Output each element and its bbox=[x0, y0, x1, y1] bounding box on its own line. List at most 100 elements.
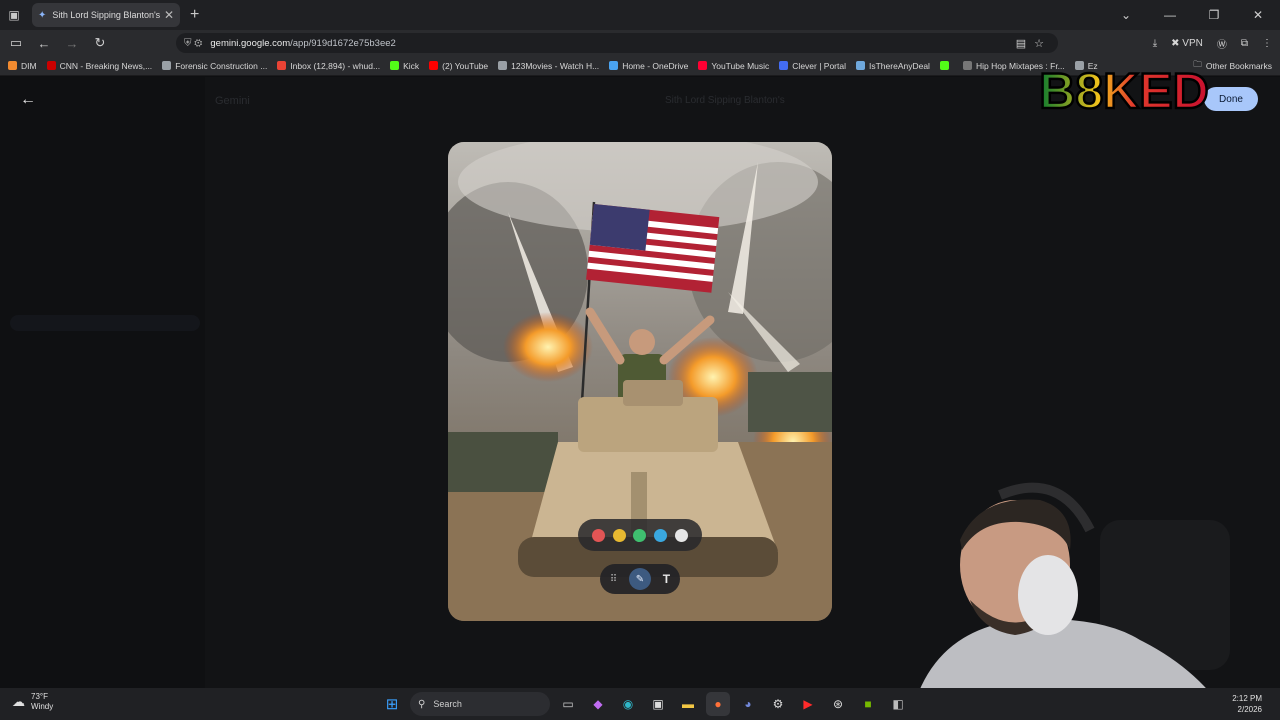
chat-title-dim: Sith Lord Sipping Blanton's bbox=[665, 95, 785, 106]
download-icon[interactable]: ⤓ bbox=[1153, 38, 1157, 49]
site-info-icon[interactable]: ⛨ ⚙ bbox=[184, 38, 202, 49]
app-name-dim: Gemini bbox=[215, 95, 250, 107]
bookmark-label: CNN - Breaking News,... bbox=[59, 60, 153, 71]
bookmark-label: IsThereAnyDeal bbox=[869, 60, 930, 71]
extensions-icon[interactable]: ⧉ bbox=[1241, 38, 1248, 49]
clock-time: 2:12 PM bbox=[1232, 694, 1262, 703]
minimize-icon[interactable]: — bbox=[1148, 8, 1192, 22]
firefox-icon[interactable]: ● bbox=[706, 692, 730, 716]
bookmark-favicon-icon bbox=[698, 61, 708, 70]
logo-text: B8KED bbox=[1039, 64, 1208, 116]
toolbar-extensions: ⤓ ✖ VPN Ⓦ ⧉ ⋮ bbox=[1153, 30, 1272, 56]
store-icon[interactable]: ▣ bbox=[646, 692, 670, 716]
search-placeholder: Search bbox=[433, 699, 462, 709]
sidebar-selected-chat bbox=[10, 315, 200, 331]
back-icon[interactable]: ← bbox=[32, 36, 56, 51]
bookmark-item[interactable]: YouTube Music bbox=[698, 61, 769, 71]
bookmark-favicon-icon bbox=[939, 61, 949, 70]
color-swatch[interactable] bbox=[633, 528, 647, 542]
drawing-toolbar: ⠿ ✎ T bbox=[600, 564, 680, 594]
weather-condition: Windy bbox=[31, 702, 54, 711]
search-icon: ⚲ bbox=[418, 698, 426, 710]
restore-icon[interactable]: ❐ bbox=[1192, 8, 1236, 22]
bookmark-label: Home - OneDrive bbox=[622, 60, 689, 71]
new-tab-icon[interactable]: + bbox=[190, 6, 199, 24]
windy-weather-icon: ☁ bbox=[12, 694, 25, 709]
nvidia-icon[interactable]: ■ bbox=[856, 692, 880, 716]
taskbar-apps: ⊞ ⚲ Search ▭ ◆ ◉ ▣ ▬ ● ◕ ⚙ ▶ ⊛ ■ ◧ bbox=[380, 692, 910, 716]
edge-icon[interactable]: ◉ bbox=[616, 692, 640, 716]
bookmark-favicon-icon bbox=[779, 61, 789, 70]
discord-icon[interactable]: ◕ bbox=[736, 692, 760, 716]
back-arrow-icon[interactable]: ← bbox=[20, 91, 36, 109]
youtube-music-icon[interactable]: ▶ bbox=[796, 692, 820, 716]
close-tab-icon[interactable]: ✕ bbox=[164, 8, 174, 22]
window-controls: ⌄ — ❐ ✕ bbox=[1104, 0, 1280, 30]
text-tool-button[interactable]: T bbox=[663, 572, 670, 586]
close-window-icon[interactable]: ✕ bbox=[1236, 8, 1280, 22]
bookmark-item[interactable]: Home - OneDrive bbox=[609, 61, 688, 71]
copilot-icon[interactable]: ◆ bbox=[586, 692, 610, 716]
bookmark-favicon-icon bbox=[8, 61, 17, 70]
color-swatch[interactable] bbox=[675, 528, 689, 542]
windows-taskbar: ☁ 73°F Windy ⊞ ⚲ Search ▭ ◆ ◉ ▣ ▬ ● ◕ ⚙ … bbox=[0, 688, 1280, 720]
bookmark-item[interactable] bbox=[939, 61, 953, 70]
color-palette bbox=[578, 519, 702, 551]
clock-date: 2/2026 bbox=[1237, 705, 1262, 714]
steam-icon[interactable]: ⊛ bbox=[826, 692, 850, 716]
sidebar-toggle-icon[interactable]: ▭ bbox=[4, 35, 28, 51]
sidebar: ← bbox=[0, 77, 205, 688]
bookmark-label: Kick bbox=[403, 60, 420, 71]
bookmark-item[interactable]: Kick bbox=[390, 61, 419, 71]
menu-icon[interactable]: ⋮ bbox=[1262, 38, 1272, 49]
bookmark-favicon-icon bbox=[429, 61, 439, 70]
bookmark-item[interactable]: CNN - Breaking News,... bbox=[46, 60, 153, 71]
bookmark-item[interactable]: IsThereAnyDeal bbox=[856, 61, 930, 71]
profile-icon[interactable]: Ⓦ bbox=[1217, 36, 1227, 51]
chatgpt-icon[interactable]: ⚙ bbox=[766, 692, 790, 716]
forward-icon[interactable]: → bbox=[60, 36, 84, 51]
pen-tool-button[interactable]: ✎ bbox=[628, 568, 651, 590]
weather-widget[interactable]: ☁ 73°F Windy bbox=[12, 692, 53, 712]
bookmark-label: (2) YouTube bbox=[442, 60, 489, 71]
url-path: /app/919d1672e75b3ee2 bbox=[290, 37, 396, 49]
taskbar-search[interactable]: ⚲ Search bbox=[410, 692, 550, 716]
b8ked-logo: B8KED bbox=[1038, 64, 1210, 116]
bookmark-item[interactable]: (2) YouTube bbox=[429, 61, 488, 71]
bookmark-label: DIM bbox=[21, 60, 37, 71]
bookmark-label: 123Movies - Watch H... bbox=[511, 60, 600, 71]
color-swatch[interactable] bbox=[654, 528, 668, 542]
reload-icon[interactable]: ↻ bbox=[88, 35, 112, 51]
bookmark-item[interactable]: Clever | Portal bbox=[779, 61, 846, 71]
bookmark-favicon-icon bbox=[856, 61, 865, 70]
tab-active[interactable]: ✦ Sith Lord Sipping Blanton's - G ✕ bbox=[32, 3, 180, 27]
bookmark-label: YouTube Music bbox=[711, 60, 770, 71]
task-view-icon[interactable]: ▭ bbox=[556, 692, 580, 716]
color-swatch[interactable] bbox=[591, 528, 605, 542]
bookmark-item[interactable]: Forensic Construction ... bbox=[162, 61, 267, 71]
vpn-button[interactable]: ✖ VPN bbox=[1171, 38, 1203, 49]
navigation-toolbar: ▭ ← → ↻ ⛨ ⚙ gemini.google.com /app/919d1… bbox=[0, 30, 1280, 56]
bookmark-label: Clever | Portal bbox=[792, 60, 846, 71]
bookmark-star-icon[interactable]: ▤☆ bbox=[1016, 37, 1052, 50]
weather-temp: 73°F bbox=[31, 692, 48, 701]
webcam-overlay bbox=[910, 482, 1230, 720]
bookmark-item[interactable]: DIM bbox=[8, 61, 37, 71]
vpn-label: VPN bbox=[1182, 37, 1203, 49]
file-explorer-icon[interactable]: ▬ bbox=[676, 692, 700, 716]
address-bar[interactable]: ⛨ ⚙ gemini.google.com /app/919d1672e75b3… bbox=[176, 33, 1058, 53]
bookmark-item[interactable]: Inbox (12,894) - whud... bbox=[277, 61, 380, 71]
color-swatch[interactable] bbox=[612, 528, 626, 542]
bookmark-favicon-icon bbox=[962, 61, 972, 70]
bookmark-favicon-icon bbox=[390, 61, 400, 70]
bookmark-item[interactable]: 123Movies - Watch H... bbox=[498, 61, 599, 71]
tab-title: Sith Lord Sipping Blanton's - G bbox=[52, 10, 160, 20]
tab-list-icon[interactable]: ▣ bbox=[0, 0, 28, 30]
tab-search-chevron-icon[interactable]: ⌄ bbox=[1104, 8, 1148, 22]
bookmark-favicon-icon bbox=[162, 61, 172, 70]
system-clock[interactable]: 2:12 PM 2/2026 bbox=[1232, 693, 1262, 715]
bookmark-label: Inbox (12,894) - whud... bbox=[290, 60, 381, 71]
app-icon[interactable]: ◧ bbox=[886, 692, 910, 716]
drag-handle-icon[interactable]: ⠿ bbox=[610, 574, 617, 585]
windows-start-icon[interactable]: ⊞ bbox=[380, 692, 404, 716]
